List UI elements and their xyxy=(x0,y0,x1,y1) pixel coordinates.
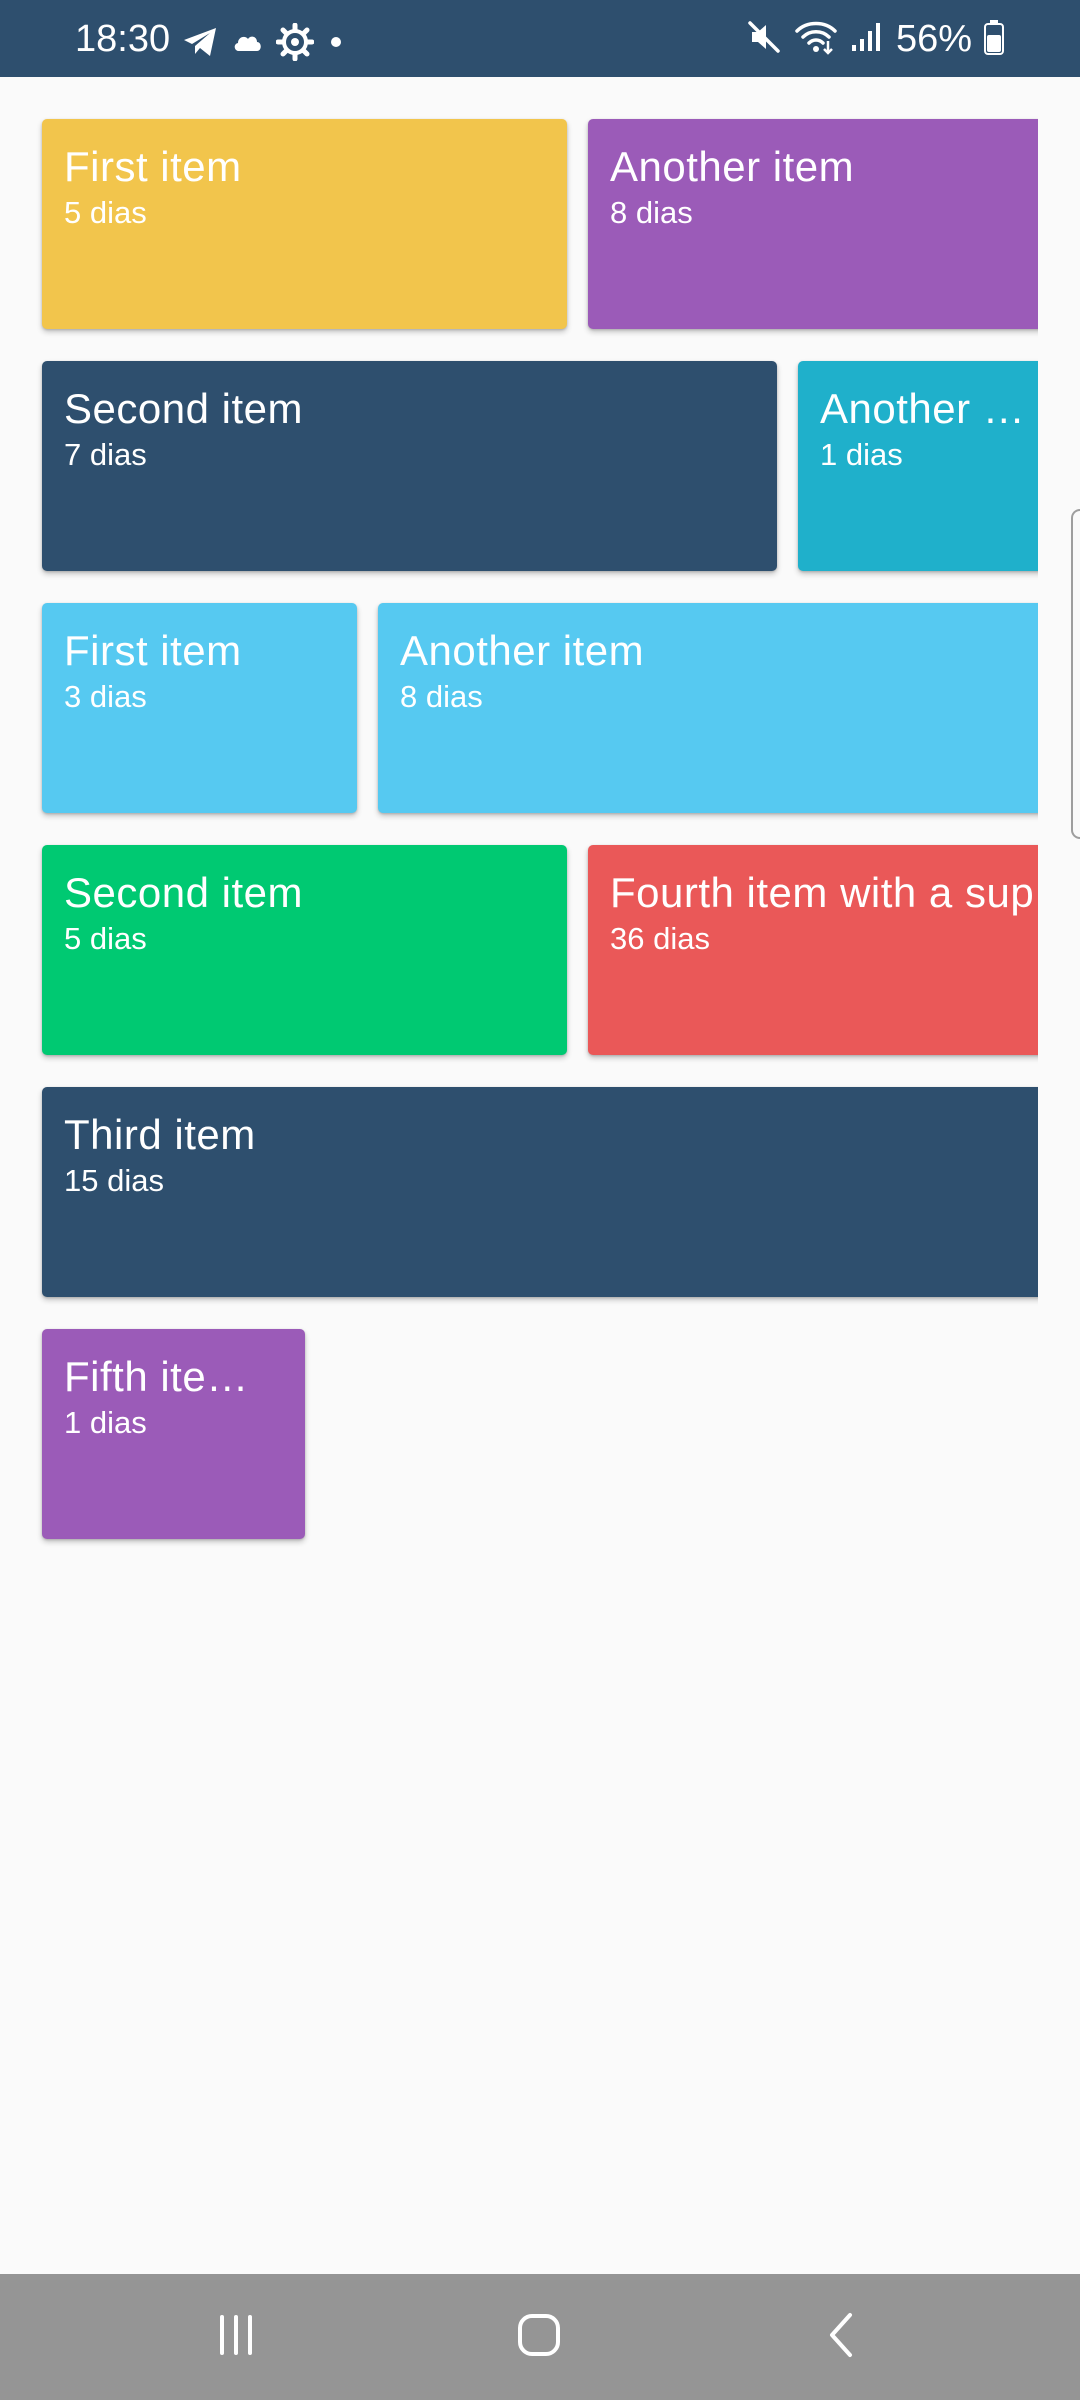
recent-apps-icon xyxy=(214,2313,258,2362)
tile-days: 8 dias xyxy=(610,195,693,230)
tile-card[interactable]: Another item 8 dias xyxy=(378,603,1038,813)
tile-days: 5 dias xyxy=(64,921,147,956)
scroll-indicator[interactable] xyxy=(1071,509,1080,839)
tile-row: First item 3 dias Another item 8 dias xyxy=(42,603,1038,813)
tile-card[interactable]: Another item 8 dias xyxy=(588,119,1038,329)
tile-days: 15 dias xyxy=(64,1163,164,1198)
recent-apps-button[interactable] xyxy=(191,2302,281,2372)
tile-days: 8 dias xyxy=(400,679,483,714)
tile-title: Second item xyxy=(64,869,303,916)
tile-card[interactable]: First item 3 dias xyxy=(42,603,357,813)
battery-icon xyxy=(984,19,1004,60)
tile-title: Another i… xyxy=(820,385,1031,432)
back-icon xyxy=(824,2311,860,2364)
telegram-icon xyxy=(182,26,218,63)
tile-row: Second item 5 dias Fourth item with a su… xyxy=(42,845,1038,1055)
tile-card[interactable]: Fourth item with a sup 36 dias xyxy=(588,845,1038,1055)
dot-icon xyxy=(328,34,344,55)
tile-row: Second item 7 dias Another i… 1 dias xyxy=(42,361,1038,571)
cloud-icon xyxy=(232,31,262,58)
tile-days: 5 dias xyxy=(64,195,147,230)
battery-percentage: 56% xyxy=(895,18,972,60)
settings-gear-icon xyxy=(275,22,315,66)
status-bar: 18:30 56% xyxy=(0,0,1080,77)
tile-card[interactable]: Third item 15 dias xyxy=(42,1087,1038,1297)
tile-title: First item xyxy=(64,627,242,674)
tile-row: Fifth ite… 1 dias xyxy=(42,1329,305,1539)
status-time: 18:30 xyxy=(75,18,171,60)
home-button[interactable] xyxy=(494,2302,584,2372)
mute-icon xyxy=(746,19,782,60)
tile-card[interactable]: Another i… 1 dias xyxy=(798,361,1038,571)
navigation-bar xyxy=(0,2274,1080,2400)
tile-title: Third item xyxy=(64,1111,256,1158)
status-left-icons xyxy=(182,22,344,66)
tile-title: First item xyxy=(64,143,242,190)
home-icon xyxy=(516,2312,562,2363)
tile-title: Second item xyxy=(64,385,303,432)
back-button[interactable] xyxy=(797,2302,887,2372)
tile-days: 3 dias xyxy=(64,679,147,714)
tile-row: First item 5 dias Another item 8 dias xyxy=(42,119,1038,329)
tile-card[interactable]: First item 5 dias xyxy=(42,119,567,329)
tile-days: 1 dias xyxy=(820,437,903,472)
tile-card[interactable]: Second item 5 dias xyxy=(42,845,567,1055)
tile-grid: First item 5 dias Another item 8 dias Se… xyxy=(0,77,1038,2274)
tile-card[interactable]: Second item 7 dias xyxy=(42,361,777,571)
tile-title: Another item xyxy=(400,627,645,674)
tile-title: Fourth item with a sup xyxy=(610,869,1035,916)
wifi-icon xyxy=(794,19,838,60)
tile-card[interactable]: Fifth ite… 1 dias xyxy=(42,1329,305,1539)
tile-days: 1 dias xyxy=(64,1405,147,1440)
status-right-icons: 56% xyxy=(746,18,1004,60)
tile-days: 7 dias xyxy=(64,437,147,472)
tile-grid-screen[interactable]: First item 5 dias Another item 8 dias Se… xyxy=(0,77,1080,2274)
tile-days: 36 dias xyxy=(610,921,710,956)
tile-title: Another item xyxy=(610,143,855,190)
signal-icon xyxy=(850,21,884,58)
tile-row: Third item 15 dias xyxy=(42,1087,1038,1297)
tile-title: Fifth ite… xyxy=(64,1353,249,1400)
